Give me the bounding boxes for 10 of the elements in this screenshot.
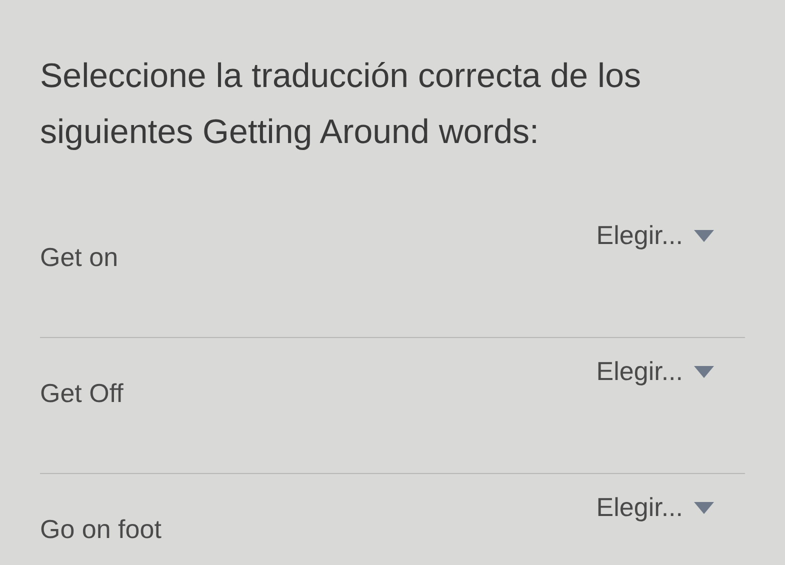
- term-label: Go on foot: [40, 514, 162, 545]
- answer-dropdown[interactable]: Elegir...: [596, 220, 745, 251]
- question-prompt: Seleccione la traducción correcta de los siguientes Getting Around words:: [40, 56, 642, 153]
- caret-icon: [693, 228, 715, 242]
- caret-icon: [693, 364, 715, 378]
- answer-dropdown[interactable]: Elegir...: [596, 492, 745, 523]
- term-label: Get on: [40, 242, 118, 273]
- caret-icon: [693, 500, 715, 514]
- answer-dropdown[interactable]: Elegir...: [596, 356, 745, 387]
- term-label: Get Off: [40, 378, 124, 409]
